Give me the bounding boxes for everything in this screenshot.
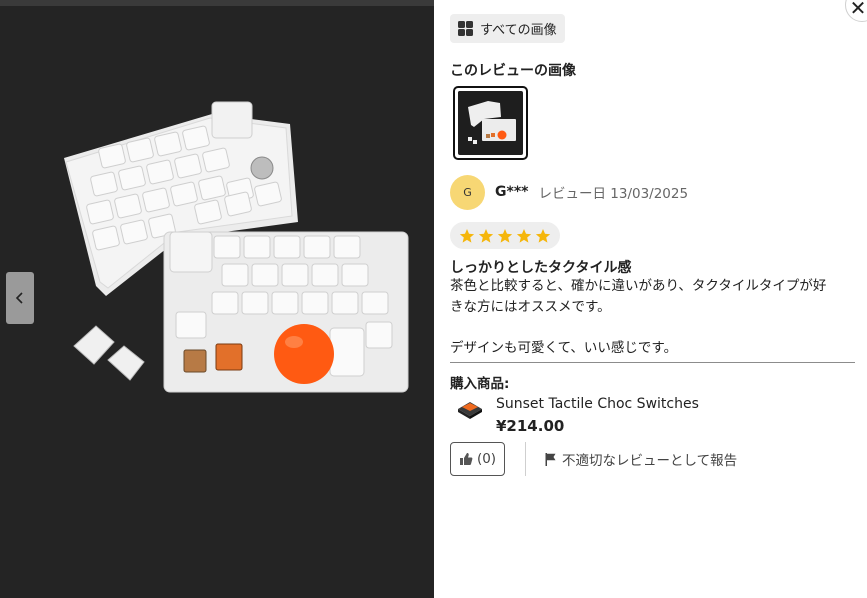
review-body: 茶色と比較すると、確かに違いがあり、タクタイルタイプが好 きな方にはオススメです… <box>450 276 855 358</box>
review-photo-viewer <box>0 0 434 598</box>
review-body-line: デザインも可愛くて、いい感じです。 <box>450 339 678 356</box>
review-photo <box>0 6 434 598</box>
review-body-line: きな方にはオススメです。 <box>450 298 611 315</box>
close-icon: ✕ <box>849 0 867 20</box>
chevron-left-icon <box>15 292 23 304</box>
grid-icon <box>458 21 473 36</box>
flag-icon <box>545 452 556 466</box>
star-icon <box>478 228 494 243</box>
all-images-label: すべての画像 <box>480 23 557 38</box>
avatar: G <box>450 174 485 210</box>
review-detail-panel: ✕ すべての画像 このレビューの画像 G G*** レビュー日 13/03/20… <box>434 0 867 598</box>
review-actions: (0) 不適切なレビューとして報告 <box>450 442 737 476</box>
reviewer-name: G*** <box>495 184 529 200</box>
all-images-button[interactable]: すべての画像 <box>450 14 565 43</box>
product-price: ¥214.00 <box>496 417 565 435</box>
purchased-product-label: 購入商品: <box>450 376 510 392</box>
action-separator <box>525 442 526 476</box>
reviewer-info: G G*** レビュー日 13/03/2025 <box>450 174 688 210</box>
report-label: 不適切なレビューとして報告 <box>562 453 738 469</box>
star-icon <box>516 228 532 243</box>
close-button[interactable]: ✕ <box>845 0 867 22</box>
review-date: レビュー日 13/03/2025 <box>538 186 689 202</box>
keyboard-right-half <box>163 231 409 393</box>
divider <box>450 362 855 363</box>
review-title: しっかりとしたタクタイル感 <box>450 260 632 276</box>
star-rating <box>450 222 560 249</box>
thumbnail-photo <box>458 91 521 153</box>
helpful-count: (0) <box>476 451 497 467</box>
star-icon <box>459 228 475 243</box>
star-icon <box>535 228 551 243</box>
review-body-line: 茶色と比較すると、確かに違いがあり、タクタイルタイプが好 <box>450 278 827 294</box>
review-image-thumbnail[interactable] <box>453 86 528 160</box>
report-review-link[interactable]: 不適切なレビューとして報告 <box>545 449 737 469</box>
product-name[interactable]: Sunset Tactile Choc Switches <box>496 395 699 413</box>
review-images-heading: このレビューの画像 <box>450 63 576 79</box>
thumbs-up-icon <box>459 453 473 465</box>
product-thumbnail <box>454 395 486 423</box>
review-image-modal: ✕ すべての画像 このレビューの画像 G G*** レビュー日 13/03/20… <box>0 0 867 598</box>
previous-image-button[interactable] <box>6 272 34 324</box>
purchased-product[interactable]: Sunset Tactile Choc Switches ¥214.00 <box>454 395 699 435</box>
helpful-button[interactable]: (0) <box>450 442 505 476</box>
star-icon <box>497 228 513 243</box>
